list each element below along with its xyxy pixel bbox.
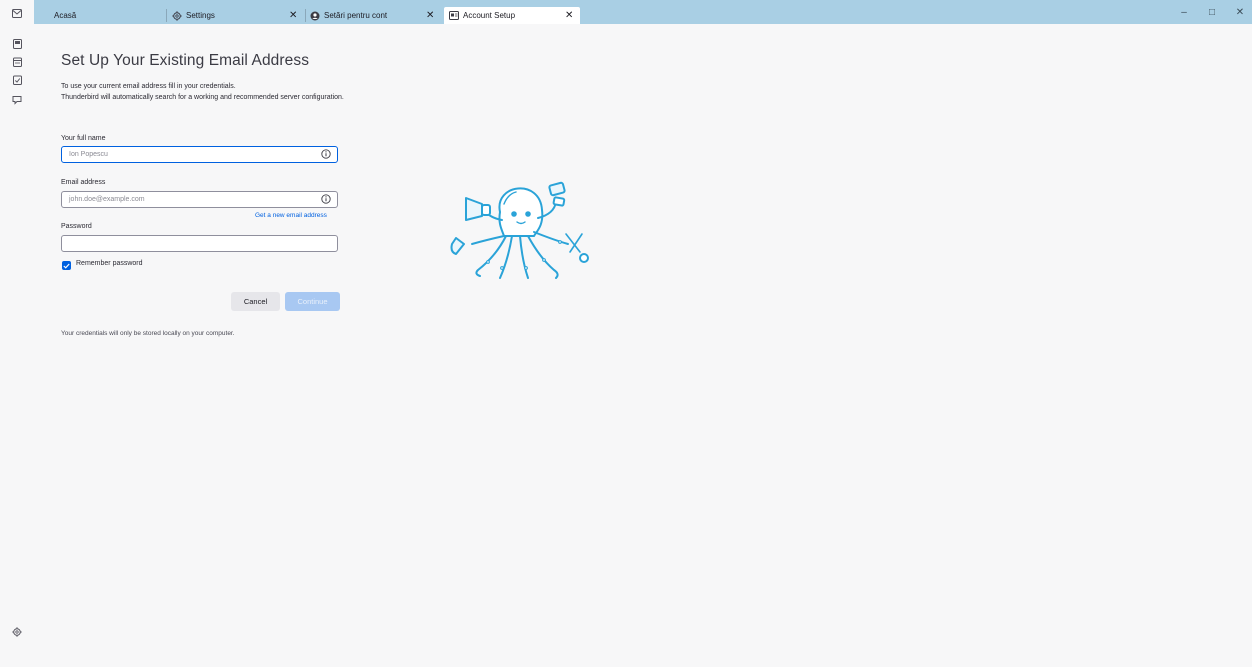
close-window-button[interactable]: ✕	[1231, 6, 1249, 20]
account-settings-icon	[310, 11, 320, 21]
tab-settings-label: Settings	[186, 11, 215, 20]
cancel-button[interactable]: Cancel	[231, 292, 280, 311]
restore-button[interactable]: □	[1203, 6, 1221, 20]
gear-icon	[172, 10, 182, 21]
email-placeholder: john.doe@example.com	[69, 196, 145, 203]
page-title: Set Up Your Existing Email Address	[61, 52, 310, 69]
spaces-toolbar	[0, 24, 34, 667]
email-label: Email address	[61, 179, 106, 186]
account-setup-icon	[449, 11, 459, 21]
tab-bar: Acasă Settings ✕ Setări pentru cont ✕ Ac…	[0, 0, 1252, 24]
tab-account-setup-label: Account Setup	[463, 11, 516, 20]
full-name-input[interactable]: Ion Popescu	[61, 146, 338, 163]
tab-account-setup[interactable]: Account Setup ✕	[444, 7, 580, 24]
tab-home-label: Acasă	[54, 11, 77, 20]
full-name-label: Your full name	[61, 135, 106, 142]
mail-icon[interactable]	[11, 7, 23, 19]
intro-text: To use your current email address fill i…	[61, 81, 344, 103]
full-name-placeholder: Ion Popescu	[69, 151, 108, 158]
get-new-email-link[interactable]: Get a new email address	[255, 212, 327, 219]
octopus-mascot-illustration	[450, 181, 589, 279]
remember-password-checkbox[interactable]	[62, 261, 71, 270]
continue-button[interactable]: Continue	[285, 292, 340, 311]
minimize-button[interactable]: –	[1175, 6, 1193, 20]
tab-separator	[305, 9, 306, 22]
info-icon[interactable]	[321, 149, 331, 159]
tab-separator	[166, 9, 167, 22]
password-label: Password	[61, 223, 92, 230]
password-input[interactable]	[61, 235, 338, 252]
intro-line: Thunderbird will automatically search fo…	[61, 94, 344, 101]
account-setup-page: Set Up Your Existing Email Address To us…	[34, 24, 1252, 667]
checkmark-icon	[63, 263, 70, 269]
chat-icon[interactable]	[11, 94, 23, 106]
credentials-note: Your credentials will only be stored loc…	[61, 330, 235, 337]
tab-account-setup-close-icon[interactable]: ✕	[565, 7, 573, 24]
tab-settings-close-icon[interactable]: ✕	[289, 7, 297, 24]
tab-home[interactable]: Acasă	[50, 7, 160, 24]
intro-line: To use your current email address fill i…	[61, 83, 236, 90]
settings-icon[interactable]	[11, 626, 23, 638]
tasks-icon[interactable]	[11, 74, 23, 86]
info-icon[interactable]	[321, 194, 331, 204]
tab-account-settings-close-icon[interactable]: ✕	[426, 7, 434, 24]
calendar-icon[interactable]	[11, 56, 23, 68]
tab-account-settings[interactable]: Setări pentru cont ✕	[310, 7, 440, 24]
address-book-icon[interactable]	[11, 38, 23, 50]
tab-settings[interactable]: Settings ✕	[172, 7, 302, 24]
tab-account-settings-label: Setări pentru cont	[324, 11, 388, 20]
tab-bar-corner	[0, 0, 34, 24]
email-input[interactable]: john.doe@example.com	[61, 191, 338, 208]
remember-password-label[interactable]: Remember password	[76, 260, 143, 267]
